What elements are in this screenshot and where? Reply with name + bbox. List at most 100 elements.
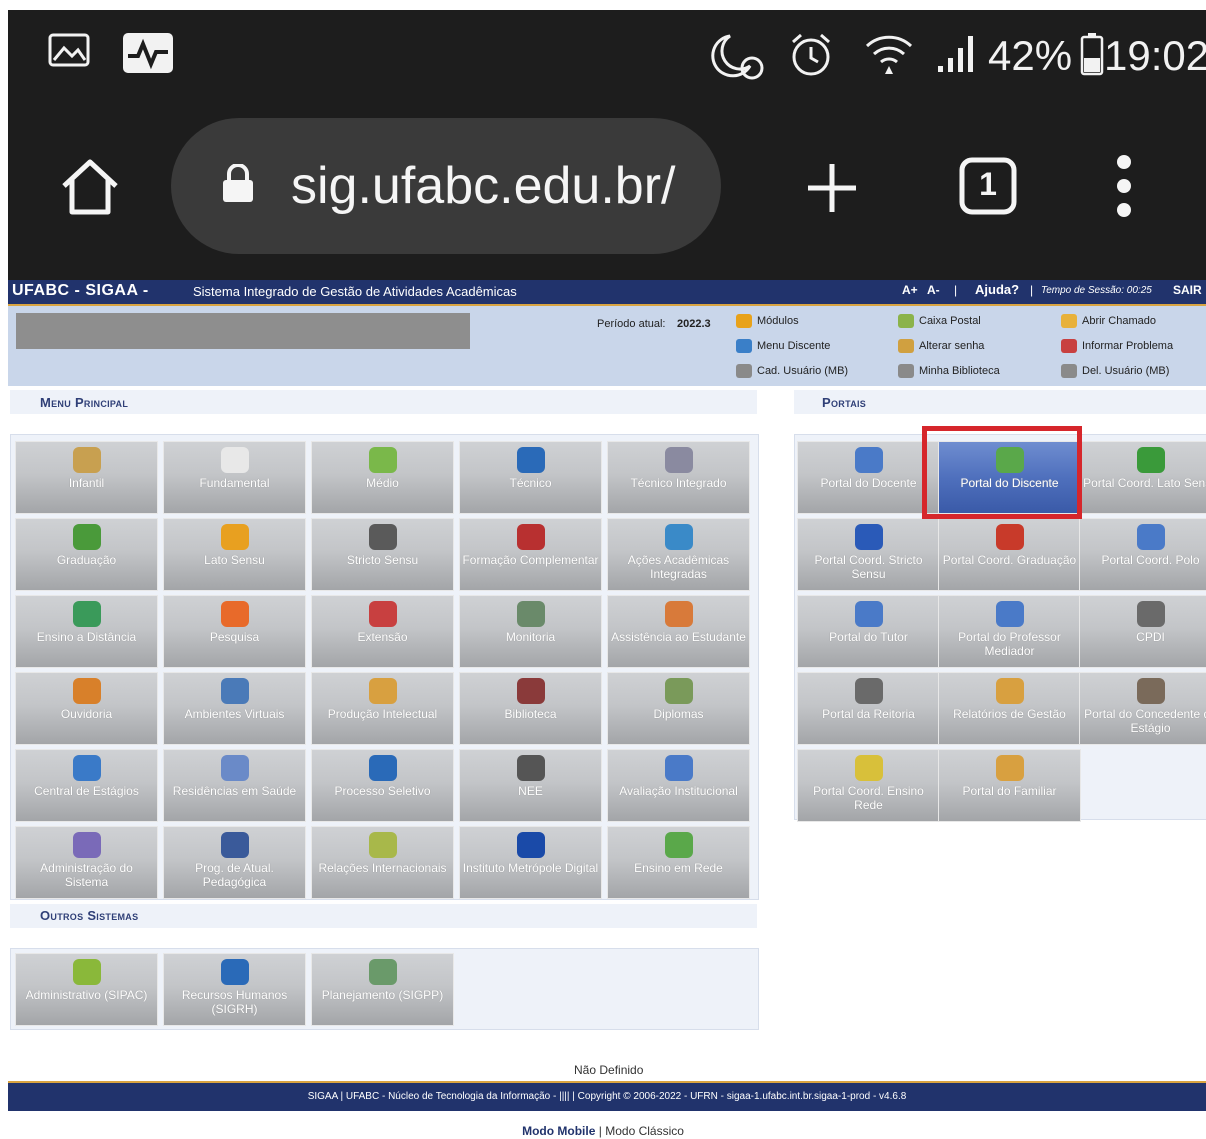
portal-tile-portal-do-tutor[interactable]: Portal do Tutor xyxy=(797,595,940,668)
more-menu-icon[interactable] xyxy=(1114,154,1134,223)
menu-tile-label: Produção Intelectual xyxy=(327,707,438,721)
menu-tile-label: Stricto Sensu xyxy=(346,553,419,567)
menu-tile-residencias-em-saude[interactable]: Residências em Saúde xyxy=(163,749,306,822)
menu-tile-label: Ambientes Virtuais xyxy=(184,707,285,721)
delete-user-label: Del. Usuário (MB) xyxy=(1082,364,1170,377)
portal-tile-label: CPDI xyxy=(1136,630,1165,644)
menu-tile-ensino-a-distancia[interactable]: Ensino a Distância xyxy=(15,595,158,668)
menu-tile-fundamental[interactable]: Fundamental xyxy=(163,441,306,514)
portal-tile-label: Portal do Concedente de Estágio xyxy=(1084,707,1206,735)
new-tab-icon[interactable] xyxy=(804,160,860,221)
menu-tile-ambientes-virtuais[interactable]: Ambientes Virtuais xyxy=(163,672,306,745)
address-bar[interactable]: sig.ufabc.edu.br/ xyxy=(171,118,721,254)
menu-tile-extensao[interactable]: Extensão xyxy=(311,595,454,668)
portal-tile-relatorios-de-gestao[interactable]: Relatórios de Gestão xyxy=(938,672,1081,745)
mediador-icon xyxy=(996,601,1024,627)
menu-tile-relacoes-internacionais[interactable]: Relações Internacionais xyxy=(311,826,454,899)
menu-tile-lato-sensu[interactable]: Lato Sensu xyxy=(163,518,306,591)
cpdi-icon xyxy=(1137,601,1165,627)
imd-icon xyxy=(517,832,545,858)
menu-tile-producao-intelectual[interactable]: Produção Intelectual xyxy=(311,672,454,745)
menu-tile-infantil[interactable]: Infantil xyxy=(15,441,158,514)
menu-tile-monitoria[interactable]: Monitoria xyxy=(459,595,602,668)
change-password-link[interactable]: Alterar senha xyxy=(898,339,984,353)
home-icon[interactable] xyxy=(58,156,122,223)
mode-classic-link[interactable]: Modo Clássico xyxy=(605,1124,684,1138)
outros-tile-recursos-humanos-sigrh[interactable]: Recursos Humanos (SIGRH) xyxy=(163,953,306,1026)
fundamental-icon xyxy=(221,447,249,473)
menu-tile-nee[interactable]: NEE xyxy=(459,749,602,822)
sipac-icon xyxy=(73,959,101,985)
menu-tile-formacao-complementar[interactable]: Formação Complementar xyxy=(459,518,602,591)
my-library-link[interactable]: Minha Biblioteca xyxy=(898,364,1000,378)
tabs-icon[interactable]: 1 xyxy=(958,156,1018,216)
portal-tile-label: Portal Coord. Graduação xyxy=(942,553,1077,567)
menu-tile-medio[interactable]: Médio xyxy=(311,441,454,514)
student-menu-icon xyxy=(736,339,752,353)
menu-tile-graduacao[interactable]: Graduação xyxy=(15,518,158,591)
portal-tile-portal-coord-lato-sensu[interactable]: Portal Coord. Lato Sensu xyxy=(1079,441,1206,514)
menu-tile-label: Lato Sensu xyxy=(204,553,265,567)
stricto-sensu-icon xyxy=(369,524,397,550)
font-decrease-button[interactable]: A- xyxy=(927,283,940,297)
menu-principal-title: Menu Principal xyxy=(40,395,129,410)
menu-tile-acoes-academicas-integradas[interactable]: Ações Acadêmicas Integradas xyxy=(607,518,750,591)
menu-tile-tecnico-integrado[interactable]: Técnico Integrado xyxy=(607,441,750,514)
portal-tile-cpdi[interactable]: CPDI xyxy=(1079,595,1206,668)
extensao-icon xyxy=(369,601,397,627)
menu-tile-label: Médio xyxy=(366,476,399,490)
portal-tile-portal-do-professor-mediador[interactable]: Portal do Professor Mediador xyxy=(938,595,1081,668)
brand-title[interactable]: UFABC - SIGAA - xyxy=(12,282,149,300)
register-user-link[interactable]: Cad. Usuário (MB) xyxy=(736,364,848,378)
modules-link[interactable]: Módulos xyxy=(736,314,799,328)
delete-user-link[interactable]: Del. Usuário (MB) xyxy=(1061,364,1169,378)
menu-tile-tecnico[interactable]: Técnico xyxy=(459,441,602,514)
student-menu-label: Menu Discente xyxy=(757,339,831,352)
header-divider: | xyxy=(954,283,958,297)
outros-tile-planejamento-sigpp[interactable]: Planejamento (SIGPP) xyxy=(311,953,454,1026)
portal-tile-label: Portal do Tutor xyxy=(829,630,908,644)
pulse-icon xyxy=(122,32,174,83)
student-menu-link[interactable]: Menu Discente xyxy=(736,339,830,353)
menu-tile-diplomas[interactable]: Diplomas xyxy=(607,672,750,745)
menu-tile-pesquisa[interactable]: Pesquisa xyxy=(163,595,306,668)
portal-tile-label: Portal Coord. Ensino Rede xyxy=(813,784,924,812)
register-user-label: Cad. Usuário (MB) xyxy=(757,364,849,377)
menu-tile-assistencia-ao-estudante[interactable]: Assistência ao Estudante xyxy=(607,595,750,668)
menu-tile-ensino-em-rede[interactable]: Ensino em Rede xyxy=(607,826,750,899)
mailbox-link[interactable]: Caixa Postal xyxy=(898,314,981,328)
menu-tile-administracao-do-sistema[interactable]: Administração do Sistema xyxy=(15,826,158,899)
help-link[interactable]: Ajuda? xyxy=(975,282,1019,297)
menu-tile-ouvidoria[interactable]: Ouvidoria xyxy=(15,672,158,745)
portal-tile-portal-do-concedente-de-estagio[interactable]: Portal do Concedente de Estágio xyxy=(1079,672,1206,745)
open-ticket-label: Abrir Chamado xyxy=(1082,314,1156,327)
lato-sensu-icon xyxy=(221,524,249,550)
menu-tile-label: Ações Acadêmicas Integradas xyxy=(627,553,730,581)
portal-tile-portal-do-familiar[interactable]: Portal do Familiar xyxy=(938,749,1081,822)
menu-tile-avaliacao-institucional[interactable]: Avaliação Institucional xyxy=(607,749,750,822)
logout-link[interactable]: SAIR xyxy=(1173,283,1202,297)
outros-tile-administrativo-sipac[interactable]: Administrativo (SIPAC) xyxy=(15,953,158,1026)
portal-tile-portal-coord-graduacao[interactable]: Portal Coord. Graduação xyxy=(938,518,1081,591)
relacoes-icon xyxy=(369,832,397,858)
open-ticket-link[interactable]: Abrir Chamado xyxy=(1061,314,1156,328)
portal-tile-portal-coord-polo[interactable]: Portal Coord. Polo xyxy=(1079,518,1206,591)
mode-mobile-link[interactable]: Modo Mobile xyxy=(522,1124,595,1138)
menu-tile-biblioteca[interactable]: Biblioteca xyxy=(459,672,602,745)
portal-tile-portal-da-reitoria[interactable]: Portal da Reitoria xyxy=(797,672,940,745)
sigrh-icon xyxy=(221,959,249,985)
portal-tile-portal-coord-ensino-rede[interactable]: Portal Coord. Ensino Rede xyxy=(797,749,940,822)
menu-tile-prog-de-atual-pedagogica[interactable]: Prog. de Atual. Pedagógica xyxy=(163,826,306,899)
menu-tile-stricto-sensu[interactable]: Stricto Sensu xyxy=(311,518,454,591)
footer-bar: SIGAA | UFABC - Núcleo de Tecnologia da … xyxy=(8,1081,1206,1111)
font-increase-button[interactable]: A+ xyxy=(902,283,918,297)
coord-graduacao-icon xyxy=(996,524,1024,550)
report-problem-link[interactable]: Informar Problema xyxy=(1061,339,1173,353)
signal-icon xyxy=(936,32,986,83)
menu-tile-central-de-estagios[interactable]: Central de Estágios xyxy=(15,749,158,822)
menu-tile-processo-seletivo[interactable]: Processo Seletivo xyxy=(311,749,454,822)
tutor-icon xyxy=(855,601,883,627)
menu-tile-instituto-metropole-digital[interactable]: Instituto Metrópole Digital xyxy=(459,826,602,899)
portal-tile-portal-do-docente[interactable]: Portal do Docente xyxy=(797,441,940,514)
portal-tile-portal-coord-stricto-sensu[interactable]: Portal Coord. Stricto Sensu xyxy=(797,518,940,591)
